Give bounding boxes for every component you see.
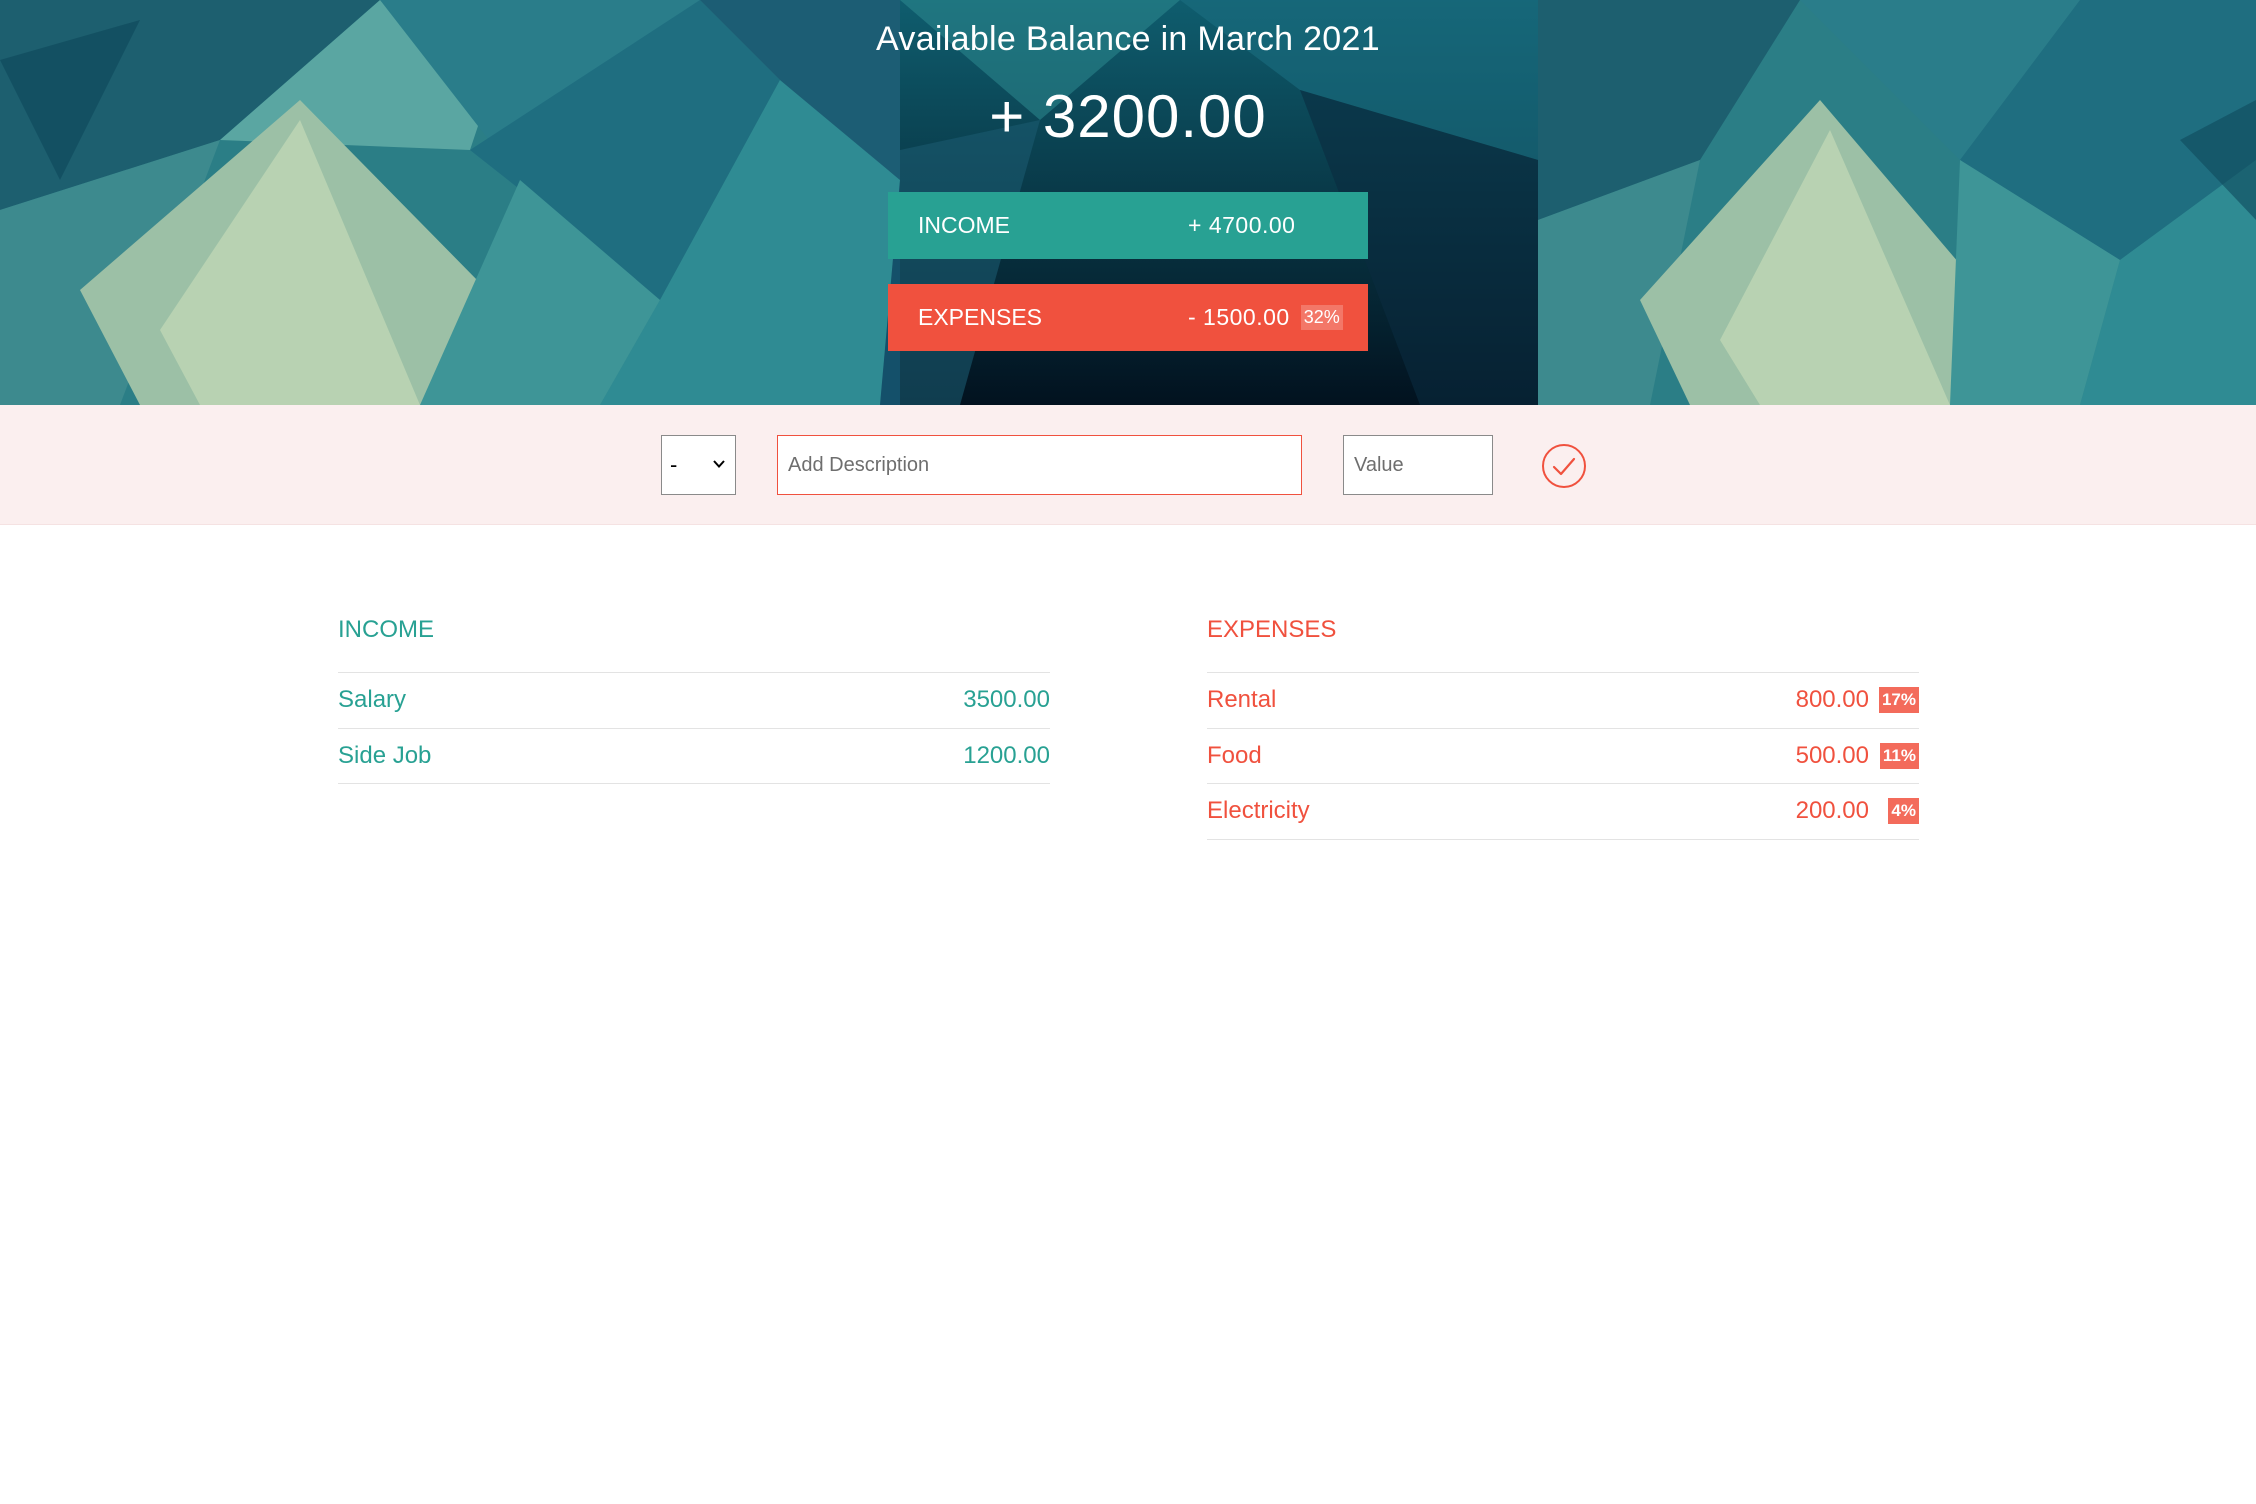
budget-header: Available Balance in March 2021 + 3200.0… xyxy=(0,0,2256,405)
description-input[interactable] xyxy=(777,435,1302,495)
checkmark-circle-icon[interactable] xyxy=(1541,443,1587,489)
income-summary-value: + 4700.00 xyxy=(1188,212,1296,238)
expense-item-percentage: 11% xyxy=(1879,742,1919,769)
add-entry-bar: - xyxy=(0,405,2256,525)
expense-item-value: 500.00 xyxy=(1795,741,1869,769)
expenses-summary-value: - 1500.00 xyxy=(1188,304,1290,330)
income-item[interactable]: Salary 3500.00 xyxy=(338,673,1050,729)
expense-item-description: Rental xyxy=(1207,686,1277,714)
income-item[interactable]: Side Job 1200.00 xyxy=(338,729,1050,784)
income-item-description: Salary xyxy=(338,686,407,714)
expense-item[interactable]: Rental 800.00 17% xyxy=(1207,673,1919,729)
expense-item[interactable]: Electricity 200.00 4% xyxy=(1207,784,1919,840)
income-summary-label: Income xyxy=(918,212,1010,238)
expense-item[interactable]: Food 500.00 11% xyxy=(1207,729,1919,784)
income-items: Salary 3500.00 Side Job 1200.00 xyxy=(338,672,1050,784)
chevron-down-icon xyxy=(713,460,725,468)
budget-summary: Available Balance in March 2021 + 3200.0… xyxy=(0,0,2256,405)
expense-item-description: Food xyxy=(1207,741,1262,769)
expense-item-value: 200.00 xyxy=(1795,797,1869,825)
expense-item-percentage: 17% xyxy=(1878,687,1919,714)
budget-title: Available Balance in March 2021 xyxy=(876,20,1380,58)
income-list-title: Income xyxy=(338,616,434,643)
value-input[interactable] xyxy=(1343,435,1493,495)
income-summary: Income + 4700.00 xyxy=(888,192,1368,259)
type-select-value: - xyxy=(670,452,678,477)
income-list: Income Salary 3500.00 Side Job 1200.00 xyxy=(338,612,1050,784)
expenses-list-title: Expenses xyxy=(1207,616,1337,643)
expenses-percentage-badge: 32% xyxy=(1300,304,1343,331)
expenses-summary: Expenses - 1500.00 32% xyxy=(888,284,1368,351)
expenses-list: Expenses Rental 800.00 17% Food 500.00 1… xyxy=(1207,612,1919,840)
available-balance-value: + 3200.00 xyxy=(989,83,1267,150)
expenses-items: Rental 800.00 17% Food 500.00 11% Electr… xyxy=(1207,672,1919,840)
income-item-description: Side Job xyxy=(338,741,432,769)
income-item-value: 1200.00 xyxy=(963,741,1050,769)
expenses-summary-label: Expenses xyxy=(918,304,1042,330)
expense-item-description: Electricity xyxy=(1207,797,1310,825)
expense-item-percentage: 4% xyxy=(1888,798,1919,825)
income-item-value: 3500.00 xyxy=(963,686,1050,714)
expense-item-value: 800.00 xyxy=(1795,686,1869,714)
type-select[interactable]: - xyxy=(661,435,736,495)
